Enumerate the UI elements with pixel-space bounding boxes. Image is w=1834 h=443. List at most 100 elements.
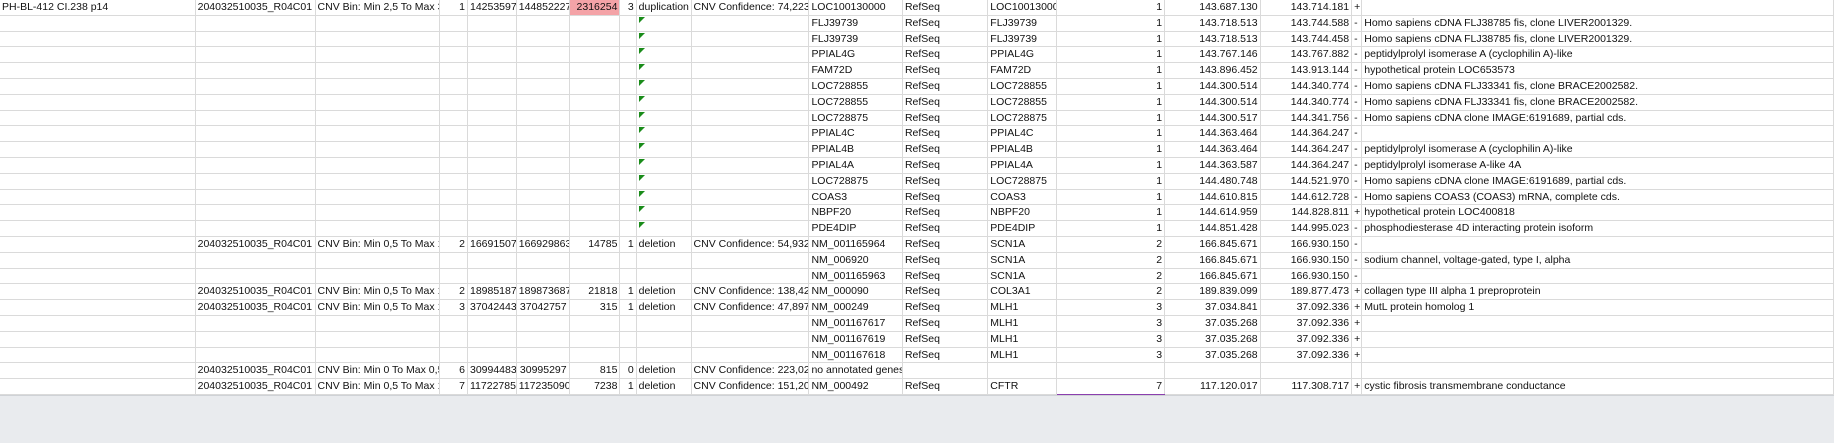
cell-gene-end[interactable]: 144.364.247 bbox=[1260, 125, 1353, 143]
cell-gene-chr[interactable]: 1 bbox=[1056, 15, 1166, 32]
cell-source[interactable] bbox=[902, 362, 989, 380]
cell-chr[interactable]: 1 bbox=[439, 0, 468, 16]
cell-gene-chr[interactable]: 1 bbox=[1056, 125, 1166, 143]
cell-cnv-type[interactable] bbox=[636, 252, 692, 269]
cell-size[interactable] bbox=[569, 15, 621, 32]
cell-sample[interactable] bbox=[0, 362, 196, 380]
cell-copy-number[interactable] bbox=[619, 125, 637, 143]
cell-confidence[interactable] bbox=[691, 62, 810, 79]
cell-strand[interactable]: + bbox=[1351, 378, 1363, 395]
cell-gene-symbol[interactable]: PPIAL4G bbox=[987, 46, 1058, 64]
cell-strand[interactable]: - bbox=[1351, 110, 1363, 127]
cell-gene-end[interactable]: 143.744.588 bbox=[1260, 15, 1353, 32]
cell-gene-start[interactable]: 144.363.464 bbox=[1164, 125, 1261, 143]
cell-end[interactable] bbox=[516, 173, 570, 190]
cell-size[interactable] bbox=[569, 157, 621, 174]
cell-chr[interactable]: 3 bbox=[439, 299, 468, 316]
cell-source[interactable]: RefSeq bbox=[902, 347, 989, 364]
cell-gene-start[interactable]: 117.120.017 bbox=[1164, 378, 1261, 395]
cell-description[interactable]: sodium channel, voltage-gated, type I, a… bbox=[1361, 252, 1834, 269]
cell-gene-id[interactable]: NM_006920 bbox=[808, 252, 903, 269]
cell-confidence[interactable] bbox=[691, 46, 810, 64]
cell-gene-start[interactable]: 143.718.513 bbox=[1164, 15, 1261, 32]
cell-gene-symbol[interactable]: LOC728855 bbox=[987, 94, 1058, 111]
cell-end[interactable] bbox=[516, 125, 570, 143]
cell-source[interactable]: RefSeq bbox=[902, 283, 989, 301]
cell-gene-end[interactable]: 144.364.247 bbox=[1260, 157, 1353, 174]
cell-size[interactable] bbox=[569, 268, 621, 285]
cell-description[interactable]: hypothetical protein LOC653573 bbox=[1361, 62, 1834, 79]
cell-description[interactable] bbox=[1361, 362, 1834, 380]
cell-size[interactable] bbox=[569, 252, 621, 269]
cell-confidence[interactable] bbox=[691, 94, 810, 111]
cell-size[interactable]: 21818 bbox=[569, 283, 621, 301]
cell-start[interactable] bbox=[467, 125, 517, 143]
cell-start[interactable]: 37042443 bbox=[467, 299, 517, 316]
cell-cnv-bin[interactable] bbox=[315, 252, 440, 269]
cell-sample[interactable] bbox=[0, 220, 196, 237]
cell-cnv-type[interactable] bbox=[636, 220, 692, 237]
cell-gene-id[interactable]: COAS3 bbox=[808, 189, 903, 206]
cell-gene-id[interactable]: NM_000249 bbox=[808, 299, 903, 316]
cell-gene-end[interactable]: 144.340.774 bbox=[1260, 78, 1353, 95]
cell-gene-symbol[interactable]: PDE4DIP bbox=[987, 220, 1058, 237]
cell-gene-end[interactable]: 143.913.144 bbox=[1260, 62, 1353, 79]
cell-description[interactable] bbox=[1361, 331, 1834, 348]
cell-end[interactable]: 189873687 bbox=[516, 283, 570, 301]
cell-gene-end[interactable]: 144.612.728 bbox=[1260, 189, 1353, 206]
cell-chr[interactable] bbox=[439, 15, 468, 32]
cell-gene-symbol[interactable]: FAM72D bbox=[987, 62, 1058, 79]
cell-confidence[interactable] bbox=[691, 189, 810, 206]
cell-size[interactable]: 315 bbox=[569, 299, 621, 316]
cell-sample[interactable] bbox=[0, 110, 196, 127]
cell-source[interactable]: RefSeq bbox=[902, 204, 989, 222]
cell-source[interactable]: RefSeq bbox=[902, 315, 989, 332]
cell-sample[interactable] bbox=[0, 94, 196, 111]
cell-cnv-bin[interactable] bbox=[315, 204, 440, 222]
cell-size[interactable] bbox=[569, 173, 621, 190]
cell-sample[interactable] bbox=[0, 315, 196, 332]
cell-gene-symbol[interactable]: MLH1 bbox=[987, 331, 1058, 348]
cell-gene-end[interactable]: 144.995.023 bbox=[1260, 220, 1353, 237]
cell-cnv-type[interactable] bbox=[636, 268, 692, 285]
cell-gene-end[interactable]: 166.930.150 bbox=[1260, 252, 1353, 269]
cell-chr[interactable]: 2 bbox=[439, 283, 468, 301]
cell-copy-number[interactable] bbox=[619, 220, 637, 237]
cell-strand[interactable]: - bbox=[1351, 62, 1363, 79]
cell-chip-id[interactable] bbox=[195, 157, 316, 174]
cell-gene-symbol[interactable]: LOC728875 bbox=[987, 110, 1058, 127]
cell-strand[interactable]: - bbox=[1351, 141, 1363, 158]
cell-copy-number[interactable]: 0 bbox=[619, 362, 637, 380]
cell-strand[interactable]: - bbox=[1351, 15, 1363, 32]
cell-size[interactable]: 2316254 bbox=[569, 0, 621, 16]
cell-end[interactable] bbox=[516, 94, 570, 111]
cell-description[interactable] bbox=[1361, 347, 1834, 364]
cell-chip-id[interactable] bbox=[195, 141, 316, 158]
cell-gene-id[interactable]: LOC100130000 bbox=[808, 0, 903, 16]
cell-gene-start[interactable]: 144.300.514 bbox=[1164, 94, 1261, 111]
cell-strand[interactable]: + bbox=[1351, 299, 1363, 316]
cell-gene-id[interactable]: NM_001165964 bbox=[808, 236, 903, 253]
cell-source[interactable]: RefSeq bbox=[902, 236, 989, 253]
cell-confidence[interactable] bbox=[691, 78, 810, 95]
cell-sample[interactable] bbox=[0, 347, 196, 364]
cell-size[interactable] bbox=[569, 189, 621, 206]
cell-gene-end[interactable]: 144.364.247 bbox=[1260, 141, 1353, 158]
cell-gene-start[interactable]: 143.767.146 bbox=[1164, 46, 1261, 64]
cell-chr[interactable] bbox=[439, 141, 468, 158]
cell-description[interactable] bbox=[1361, 236, 1834, 253]
cell-end[interactable] bbox=[516, 220, 570, 237]
cell-gene-id[interactable]: PPIAL4B bbox=[808, 141, 903, 158]
cell-gene-id[interactable]: LOC728875 bbox=[808, 110, 903, 127]
cell-gene-id[interactable]: NM_000492 bbox=[808, 378, 903, 395]
cell-gene-symbol[interactable] bbox=[987, 362, 1058, 380]
cell-confidence[interactable] bbox=[691, 141, 810, 158]
cell-cnv-type[interactable] bbox=[636, 347, 692, 364]
cell-gene-start[interactable]: 143.687.130 bbox=[1164, 0, 1261, 16]
cell-confidence[interactable] bbox=[691, 15, 810, 32]
cell-start[interactable] bbox=[467, 268, 517, 285]
cell-confidence[interactable] bbox=[691, 220, 810, 237]
cell-gene-id[interactable]: no annotated genes bbox=[808, 362, 903, 380]
cell-chip-id[interactable] bbox=[195, 78, 316, 95]
cell-sample[interactable] bbox=[0, 62, 196, 79]
